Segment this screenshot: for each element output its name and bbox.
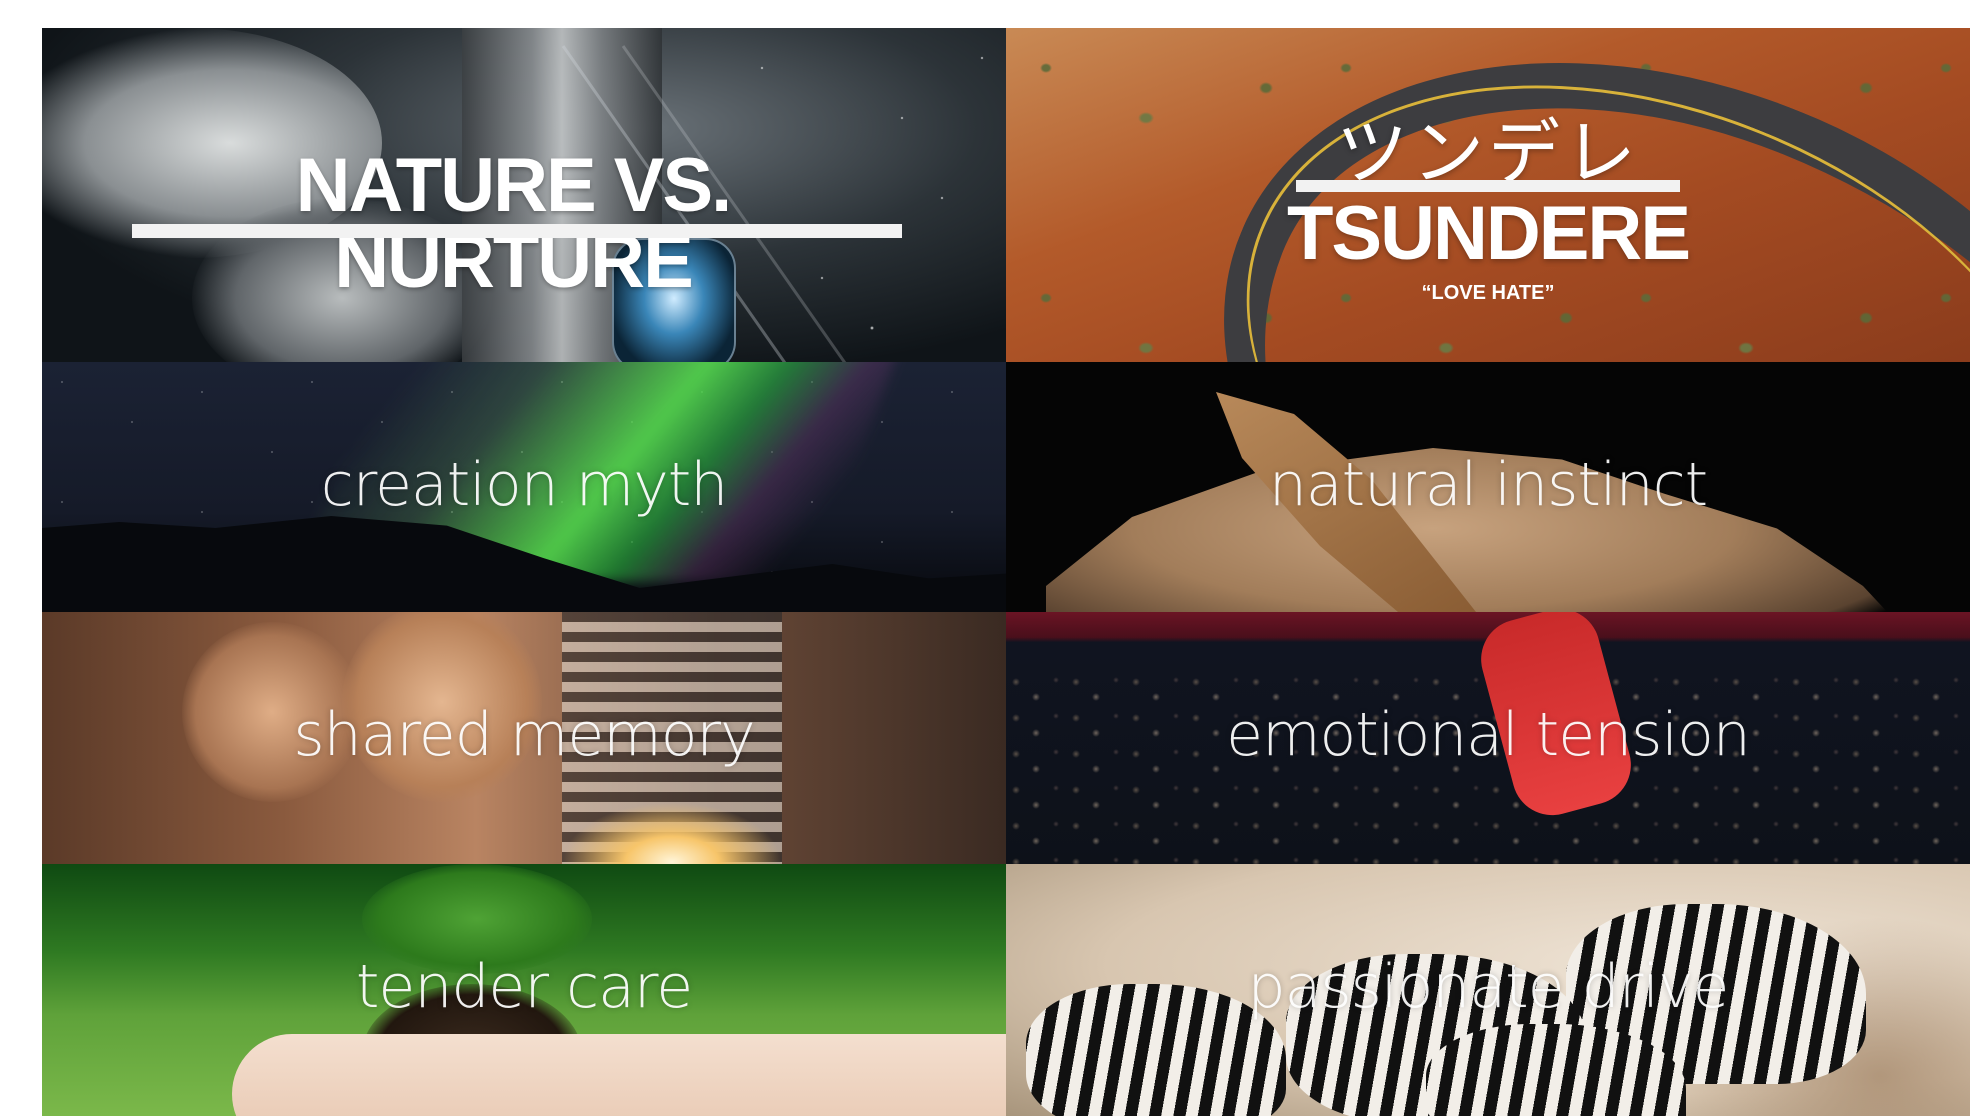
tile-emotional-tension[interactable]: emotional tension: [1006, 612, 1970, 864]
creation-myth-label: creation myth: [320, 450, 729, 520]
image-grid: NATURE VS. NURTURE ツンデレ TSUNDERE “LOVE H…: [42, 28, 1970, 1116]
title-underline: [132, 224, 902, 238]
tile-nature-vs-nurture[interactable]: NATURE VS. NURTURE: [42, 28, 1006, 362]
tile-natural-instinct[interactable]: natural instinct: [1006, 362, 1970, 612]
tender-care-label: tender care: [355, 952, 693, 1022]
tsundere-title: TSUNDERE: [1286, 191, 1691, 276]
tile-shared-memory[interactable]: shared memory: [42, 612, 1006, 864]
shared-memory-label: shared memory: [293, 700, 755, 770]
emotional-tension-label: emotional tension: [1226, 700, 1751, 770]
tile-tender-care[interactable]: tender care: [42, 864, 1006, 1116]
tile-tsundere[interactable]: ツンデレ TSUNDERE “LOVE HATE”: [1006, 28, 1970, 362]
hands-image: [232, 1034, 1006, 1116]
tile-passionate-drive[interactable]: passionate drive: [1006, 864, 1970, 1116]
tile-creation-myth[interactable]: creation myth: [42, 362, 1006, 612]
passionate-drive-label: passionate drive: [1247, 952, 1730, 1022]
tsundere-subtitle: “LOVE HATE”: [1421, 282, 1555, 304]
natural-instinct-label: natural instinct: [1268, 450, 1708, 520]
